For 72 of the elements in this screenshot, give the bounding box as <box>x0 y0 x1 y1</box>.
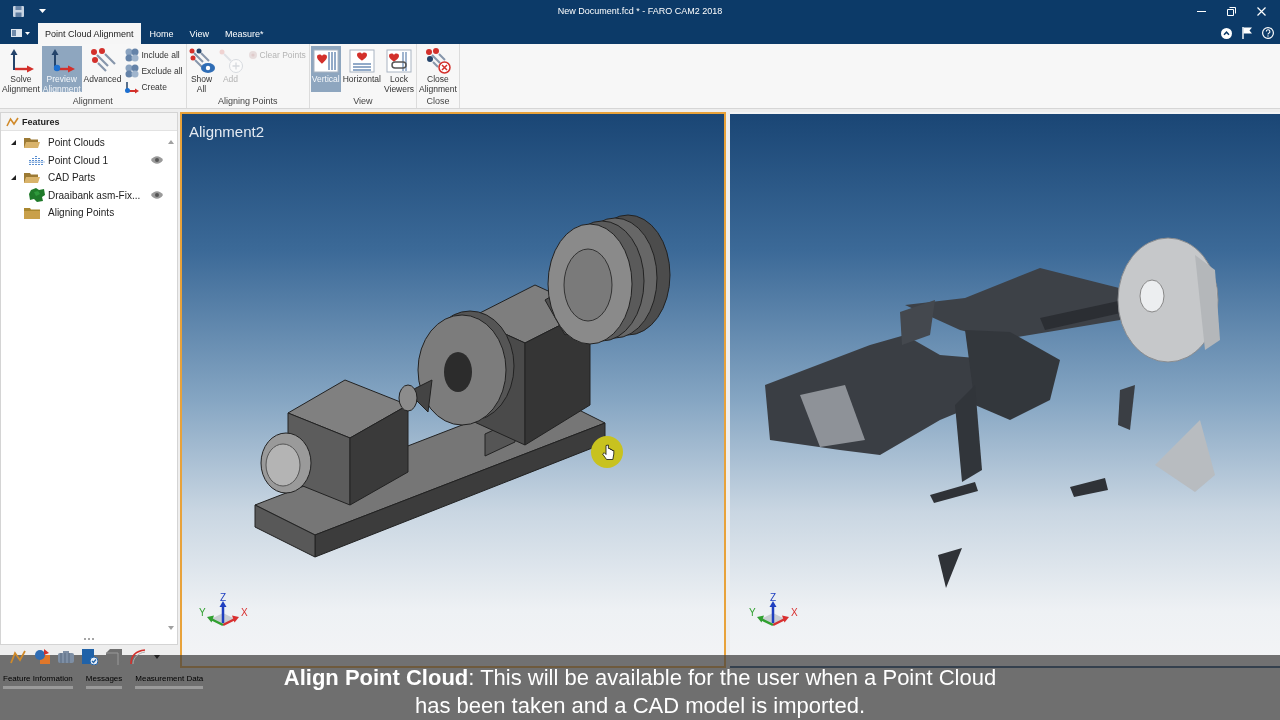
eye-icon[interactable] <box>151 191 163 200</box>
curve-icon[interactable] <box>130 649 146 664</box>
dots-cross-icon <box>424 48 451 74</box>
help-icon[interactable] <box>1262 27 1274 39</box>
dots-eye-icon <box>188 48 215 74</box>
axis-label: Y <box>199 607 206 618</box>
dot-icon <box>247 49 258 60</box>
ribbon-tab[interactable]: Home <box>142 23 181 44</box>
axis-label: Y <box>749 607 756 618</box>
restore-icon <box>1226 6 1236 16</box>
vertical-split-icon <box>312 48 339 74</box>
horizontal-split-icon <box>348 48 375 74</box>
tree-item[interactable]: CAD Parts <box>1 169 165 187</box>
scroll-down-icon[interactable] <box>168 626 174 630</box>
tree-item[interactable]: Draaibank asm-Fix... <box>1 186 165 204</box>
ribbon-tab[interactable]: Measure* <box>217 23 271 44</box>
folder-icon <box>24 206 40 219</box>
close-icon <box>1256 6 1266 16</box>
panel-title: Features <box>22 116 60 127</box>
scroll-up-icon[interactable] <box>168 140 174 144</box>
dot-plus-icon <box>217 48 244 74</box>
axis-triad-icon <box>207 601 239 627</box>
ribbon-tab[interactable]: Point Cloud Alignment <box>38 23 141 44</box>
ribbon-tab[interactable]: View <box>182 23 216 44</box>
group-label: Aligning Points <box>216 96 279 107</box>
ribbon-button[interactable]: Create <box>123 79 185 94</box>
caret-icon[interactable] <box>39 9 46 13</box>
point-cloud-icon <box>29 155 45 166</box>
ribbon-button[interactable]: Exclude all <box>123 63 185 78</box>
ribbon-button[interactable]: Advanced <box>82 46 123 92</box>
chevron-up-icon[interactable] <box>1221 27 1232 39</box>
group-label: View <box>352 96 374 107</box>
ribbon-button[interactable]: Show All <box>187 46 216 92</box>
points-icon <box>125 63 140 78</box>
zigzag-icon <box>6 116 19 127</box>
window-title: New Document.fcd * - FARO CAM2 2018 <box>557 6 723 16</box>
axis-label: X <box>791 607 798 618</box>
group-label: Close <box>425 96 451 107</box>
axis-label: X <box>241 607 248 618</box>
cube-icon[interactable] <box>106 648 122 665</box>
caret-icon[interactable] <box>154 654 160 659</box>
points-icon <box>125 47 140 62</box>
ribbon-button[interactable]: Solve Alignment <box>1 46 41 92</box>
ribbon-button[interactable]: Include all <box>123 47 185 62</box>
panel-icon <box>11 29 22 37</box>
ribbon-button[interactable]: Horizontal <box>341 46 382 92</box>
axis-label: Z <box>770 592 777 603</box>
ribbon-button[interactable]: Lock Viewers <box>383 46 416 92</box>
flag-icon[interactable] <box>1242 27 1252 39</box>
open-folder-icon <box>24 136 40 149</box>
group-label: Alignment <box>71 96 114 107</box>
viewport-title: Alignment2 <box>189 123 265 140</box>
save-icon[interactable] <box>13 5 24 17</box>
zigzag-icon[interactable] <box>10 649 26 664</box>
dots-arrows-icon <box>89 48 116 74</box>
caret-icon <box>25 31 30 35</box>
tree-item[interactable]: Point Cloud 1 <box>1 151 165 169</box>
expander-icon[interactable] <box>10 175 16 181</box>
axis-triad-icon <box>757 601 789 627</box>
ribbon-button[interactable]: Close Alignment <box>418 46 458 92</box>
expander-icon[interactable] <box>10 140 16 146</box>
eye-icon[interactable] <box>151 156 163 165</box>
open-folder-icon <box>24 171 40 184</box>
minimize-icon <box>1196 10 1206 12</box>
axis-label: Z <box>220 592 227 603</box>
hand-cursor-icon <box>591 436 623 468</box>
tree-item[interactable]: Point Clouds <box>1 134 165 152</box>
device-icon[interactable] <box>58 650 74 663</box>
part-icon <box>29 188 45 203</box>
axes-icon <box>125 79 140 94</box>
tree-item[interactable]: Aligning Points <box>1 204 165 222</box>
linked-views-icon <box>386 48 412 74</box>
